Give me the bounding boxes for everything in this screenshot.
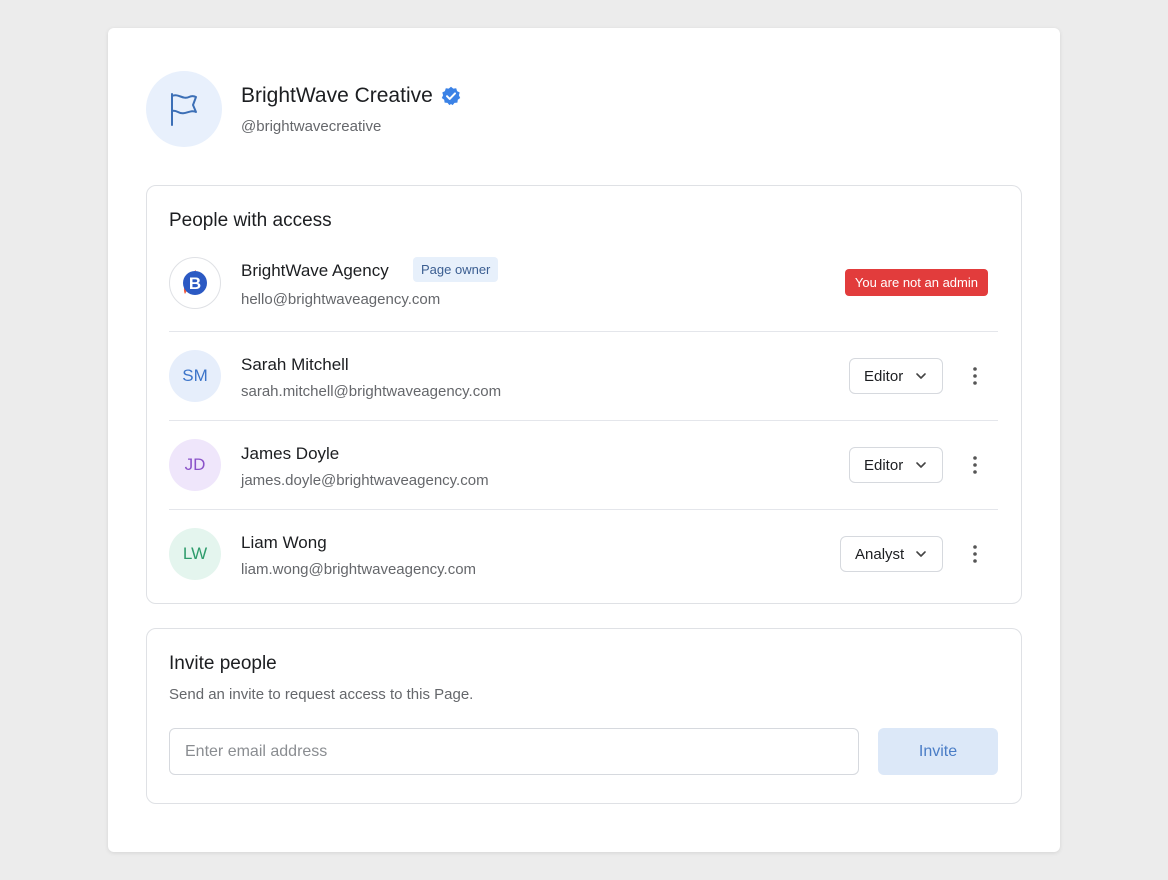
page-profile-header: BrightWave Creative @brightwavecreative [146, 71, 461, 147]
email-input[interactable] [169, 728, 859, 775]
member-email: liam.wong@brightwaveagency.com [241, 561, 477, 578]
member-row: JD James Doyle james.doyle@brightwaveage… [169, 420, 998, 509]
owner-name: BrightWave Agency [241, 261, 389, 280]
svg-text:B: B [189, 274, 201, 293]
more-options-icon[interactable] [963, 364, 987, 388]
invite-button[interactable]: Invite [878, 728, 998, 775]
member-row: SM Sarah Mitchell sarah.mitchell@brightw… [169, 331, 998, 420]
member-row: LW Liam Wong liam.wong@brightwaveagency.… [169, 509, 998, 598]
chevron-down-icon [914, 547, 928, 561]
invite-people-section: Invite people Send an invite to request … [146, 628, 1022, 804]
avatar: LW [169, 528, 221, 580]
chevron-down-icon [914, 369, 928, 383]
not-admin-badge: You are not an admin [844, 269, 988, 296]
section-title: People with access [169, 210, 332, 231]
more-options-icon[interactable] [963, 453, 987, 477]
section-title: Invite people [169, 653, 277, 674]
page-avatar [146, 71, 222, 147]
member-email: james.doyle@brightwaveagency.com [241, 472, 489, 489]
avatar: SM [169, 350, 221, 402]
more-options-icon[interactable] [963, 542, 987, 566]
invite-description: Send an invite to request access to this… [169, 686, 474, 703]
member-email: sarah.mitchell@brightwaveagency.com [241, 383, 502, 400]
role-dropdown[interactable]: Editor [849, 447, 943, 483]
member-name: Liam Wong [241, 533, 327, 552]
people-with-access-section: People with access B BrightWave Agency P… [146, 185, 1022, 604]
flag-icon [169, 92, 199, 126]
owner-email: hello@brightwaveagency.com [241, 291, 441, 308]
page-handle: @brightwavecreative [241, 117, 382, 135]
role-value: Editor [864, 456, 904, 474]
chevron-down-icon [914, 458, 928, 472]
page-access-card: BrightWave Creative @brightwavecreative … [108, 28, 1060, 852]
page-name: BrightWave Creative [241, 83, 433, 107]
verified-badge-icon [441, 86, 461, 106]
role-dropdown[interactable]: Analyst [840, 536, 943, 572]
role-value: Editor [864, 367, 904, 385]
member-name: James Doyle [241, 444, 340, 463]
role-value: Analyst [855, 545, 905, 563]
avatar: JD [169, 439, 221, 491]
agency-logo: B [169, 257, 221, 309]
member-name: Sarah Mitchell [241, 355, 349, 374]
role-dropdown[interactable]: Editor [849, 358, 943, 394]
page-owner-badge: Page owner [413, 257, 499, 282]
